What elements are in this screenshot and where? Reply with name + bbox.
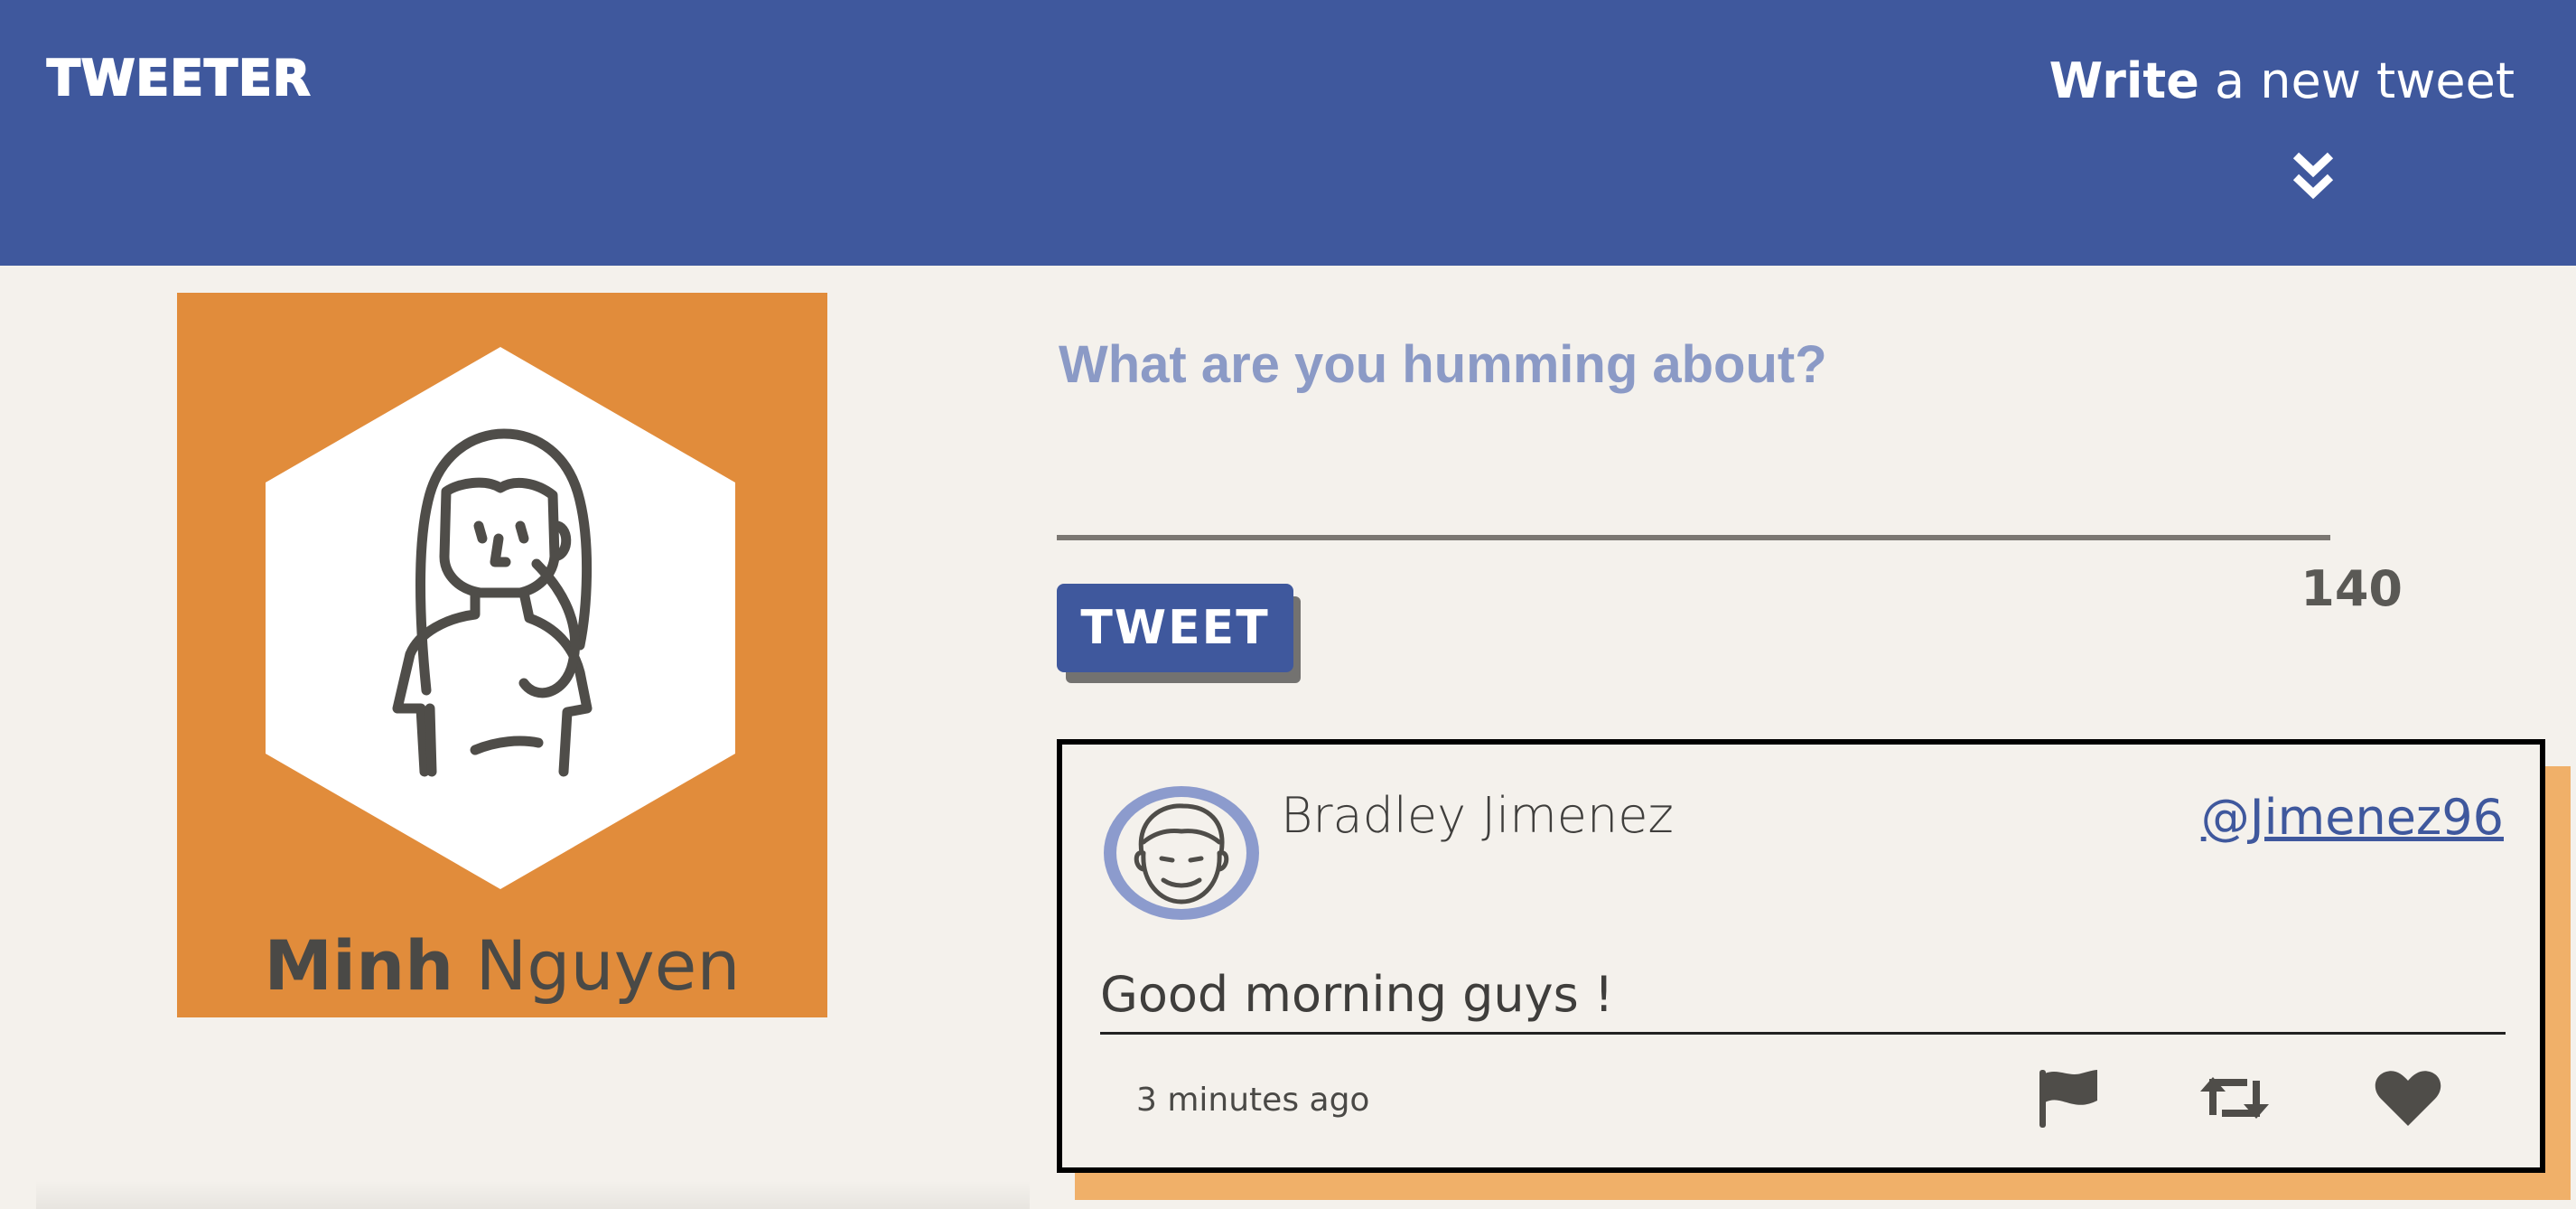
compose-toggle-strong: Write [2049, 52, 2199, 109]
tweet-content: Good morning guys ! [1100, 960, 2506, 1035]
tweet-timestamp: 3 minutes ago [1136, 1082, 1370, 1119]
tweet-author-handle[interactable]: @Jimenez96 [2201, 786, 2504, 849]
tweet-composer-input[interactable] [1057, 334, 2330, 540]
profile-card: Minh Nguyen [177, 293, 827, 1017]
tweet-author-name: Bradley Jimenez [1281, 787, 1674, 844]
write-new-tweet-toggle[interactable]: Write a new tweet [2049, 45, 2515, 117]
retweet-icon[interactable] [2198, 1066, 2271, 1129]
compose-toggle-rest: a new tweet [2198, 52, 2515, 109]
double-chevron-down-icon[interactable] [2291, 150, 2336, 201]
tweet-card: Bradley Jimenez @Jimenez96 Good morning … [1057, 739, 2545, 1173]
heart-icon[interactable] [2372, 1066, 2444, 1129]
tweet-submit-button[interactable]: TWEET [1057, 584, 1293, 672]
profile-first-name: Minh [264, 925, 454, 1006]
profile-last-name: Nguyen [453, 925, 741, 1006]
brand-logo[interactable]: TWEETER [46, 47, 311, 110]
page-bottom-shade [36, 1180, 1030, 1209]
character-counter: 140 [2301, 560, 2403, 617]
woman-avatar-icon [266, 347, 735, 889]
profile-name: Minh Nguyen [177, 925, 827, 1007]
man-avatar-icon [1104, 786, 1259, 920]
flag-icon[interactable] [2032, 1066, 2105, 1129]
top-navbar: TWEETER Write a new tweet [0, 0, 2576, 266]
